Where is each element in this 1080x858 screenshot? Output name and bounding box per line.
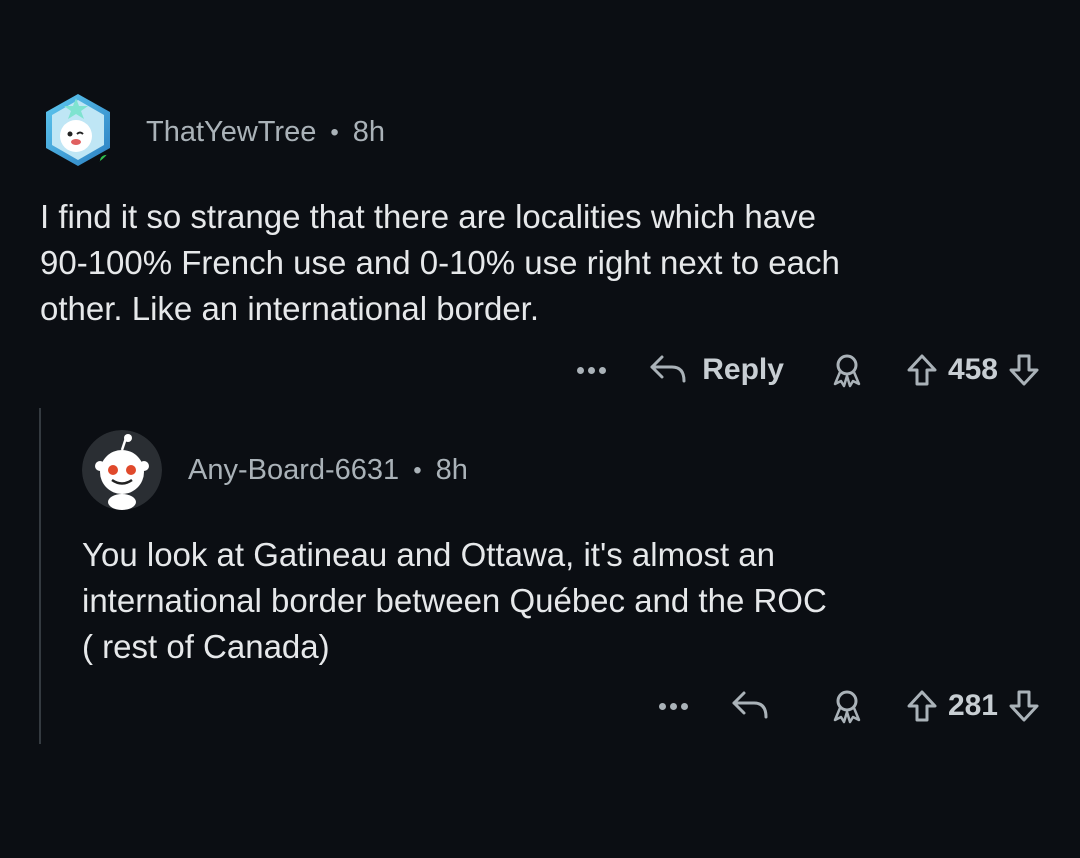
reply-arrow-icon	[650, 355, 686, 383]
ellipsis-icon[interactable]	[658, 702, 688, 710]
user-avatar[interactable]	[82, 430, 162, 510]
award-button[interactable]	[830, 352, 864, 388]
thread-line[interactable]	[39, 408, 41, 744]
user-avatar[interactable]	[40, 92, 116, 168]
comment-line: I find it so strange that there are loca…	[40, 198, 816, 235]
upvote-arrow-icon[interactable]	[906, 689, 938, 723]
upvote-arrow-icon[interactable]	[906, 353, 938, 387]
comment-line: 90-100% French use and 0-10% use right n…	[40, 244, 840, 281]
reply-button[interactable]	[730, 689, 784, 723]
username[interactable]: Any-Board-6631	[188, 454, 399, 487]
vote-count: 458	[947, 353, 998, 386]
comment-actions: Reply 458	[577, 348, 1040, 392]
reply-arrow-icon	[732, 691, 768, 719]
downvote-arrow-icon[interactable]	[1008, 353, 1040, 387]
reply-button[interactable]: Reply	[648, 353, 784, 387]
comment-line: You look at Gatineau and Ottawa, it's al…	[82, 536, 775, 573]
reply-label: Reply	[702, 353, 784, 386]
meta-separator: •	[330, 118, 339, 146]
comment-body: You look at Gatineau and Ottawa, it's al…	[82, 532, 1042, 670]
vote-controls: 458	[906, 353, 1040, 387]
comment-line: ( rest of Canada)	[82, 628, 330, 665]
timestamp: 8h	[352, 116, 386, 148]
vote-count: 281	[947, 689, 998, 722]
comment-meta: ThatYewTree • 8h	[146, 116, 385, 149]
comment-line: other. Like an international border.	[40, 290, 540, 327]
award-icon	[833, 354, 861, 388]
ellipsis-icon[interactable]	[577, 366, 607, 374]
comment-body: I find it so strange that there are loca…	[40, 194, 1040, 332]
comment-meta: Any-Board-6631 • 8h	[188, 454, 468, 487]
award-button[interactable]	[830, 688, 864, 724]
comment-actions: 281	[658, 684, 1040, 728]
username[interactable]: ThatYewTree	[146, 116, 316, 149]
meta-separator: •	[413, 456, 422, 484]
comment-line: international border between Québec and …	[82, 582, 827, 619]
award-icon	[833, 690, 861, 724]
downvote-arrow-icon[interactable]	[1008, 689, 1040, 723]
vote-controls: 281	[906, 689, 1040, 723]
timestamp: 8h	[435, 454, 468, 486]
